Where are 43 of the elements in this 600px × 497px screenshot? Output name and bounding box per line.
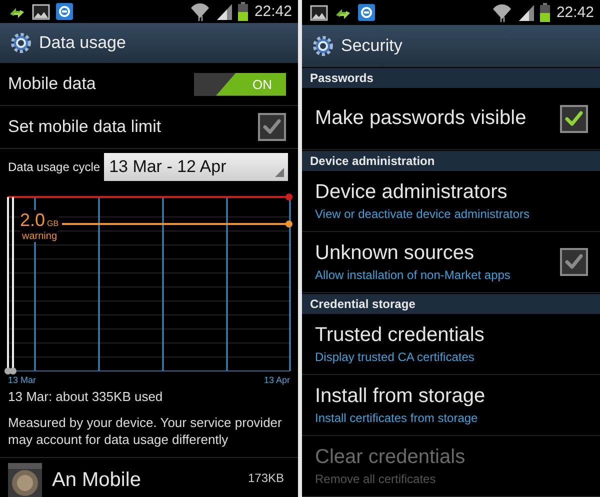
setting-label: Mobile data bbox=[8, 74, 96, 94]
range-handle[interactable] bbox=[10, 197, 16, 375]
corner-icon bbox=[275, 168, 284, 178]
image-icon bbox=[310, 4, 328, 20]
warning-label: warning bbox=[22, 231, 58, 242]
warning-value: 2.0 bbox=[20, 210, 46, 232]
checkbox[interactable] bbox=[258, 112, 286, 141]
wifi-icon bbox=[190, 2, 210, 22]
cycle-dropdown[interactable]: 13 Mar - 12 Apr bbox=[104, 153, 288, 182]
app-name: An Mobile bbox=[52, 468, 142, 492]
checkbox[interactable] bbox=[560, 248, 588, 276]
app-usage: 173KB bbox=[248, 470, 284, 485]
setting-label: Data usage cycle bbox=[8, 160, 100, 174]
section-header: Device administration bbox=[302, 151, 600, 171]
signal-icon bbox=[518, 3, 534, 22]
signal-icon bbox=[216, 2, 232, 22]
skype-icon bbox=[358, 4, 375, 21]
checkbox[interactable] bbox=[560, 104, 588, 132]
settings-icon bbox=[10, 32, 32, 54]
usage-summary: 13 Mar: about 335KB used bbox=[7, 388, 164, 404]
image-icon bbox=[32, 4, 50, 20]
clock-time: 22:42 bbox=[254, 3, 292, 20]
section-header: Passwords bbox=[302, 68, 600, 88]
clock-time: 22:42 bbox=[556, 4, 594, 21]
battery-icon bbox=[238, 2, 248, 22]
screen-title: Data usage bbox=[39, 33, 126, 54]
settings-item[interactable]: Unknown sources Allow installation of non-Market apps bbox=[302, 232, 600, 293]
screen-title: Security bbox=[341, 36, 402, 56]
axis-label: 13 Mar bbox=[8, 375, 36, 386]
settings-item[interactable]: Make passwords visible bbox=[302, 88, 600, 150]
skype-icon bbox=[56, 3, 73, 20]
axis-label: 13 Apr bbox=[264, 375, 290, 386]
setting-label: Set mobile data limit bbox=[8, 116, 162, 137]
wifi-icon bbox=[492, 3, 512, 22]
range-handle[interactable] bbox=[4, 197, 12, 375]
settings-icon bbox=[312, 35, 334, 57]
section-header: Credential storage bbox=[302, 294, 600, 314]
usage-note: Measured by your device. Your service provider may account for data usage differently bbox=[7, 414, 283, 448]
settings-item[interactable]: Device administrators View or deactivate device administrators bbox=[302, 171, 600, 232]
warning-unit: GB bbox=[47, 219, 59, 228]
settings-item[interactable]: Install from storage Install certificates from storage bbox=[302, 375, 600, 436]
battery-icon bbox=[540, 3, 550, 22]
settings-item[interactable]: Trusted credentials Display trusted CA certificates bbox=[302, 314, 600, 375]
